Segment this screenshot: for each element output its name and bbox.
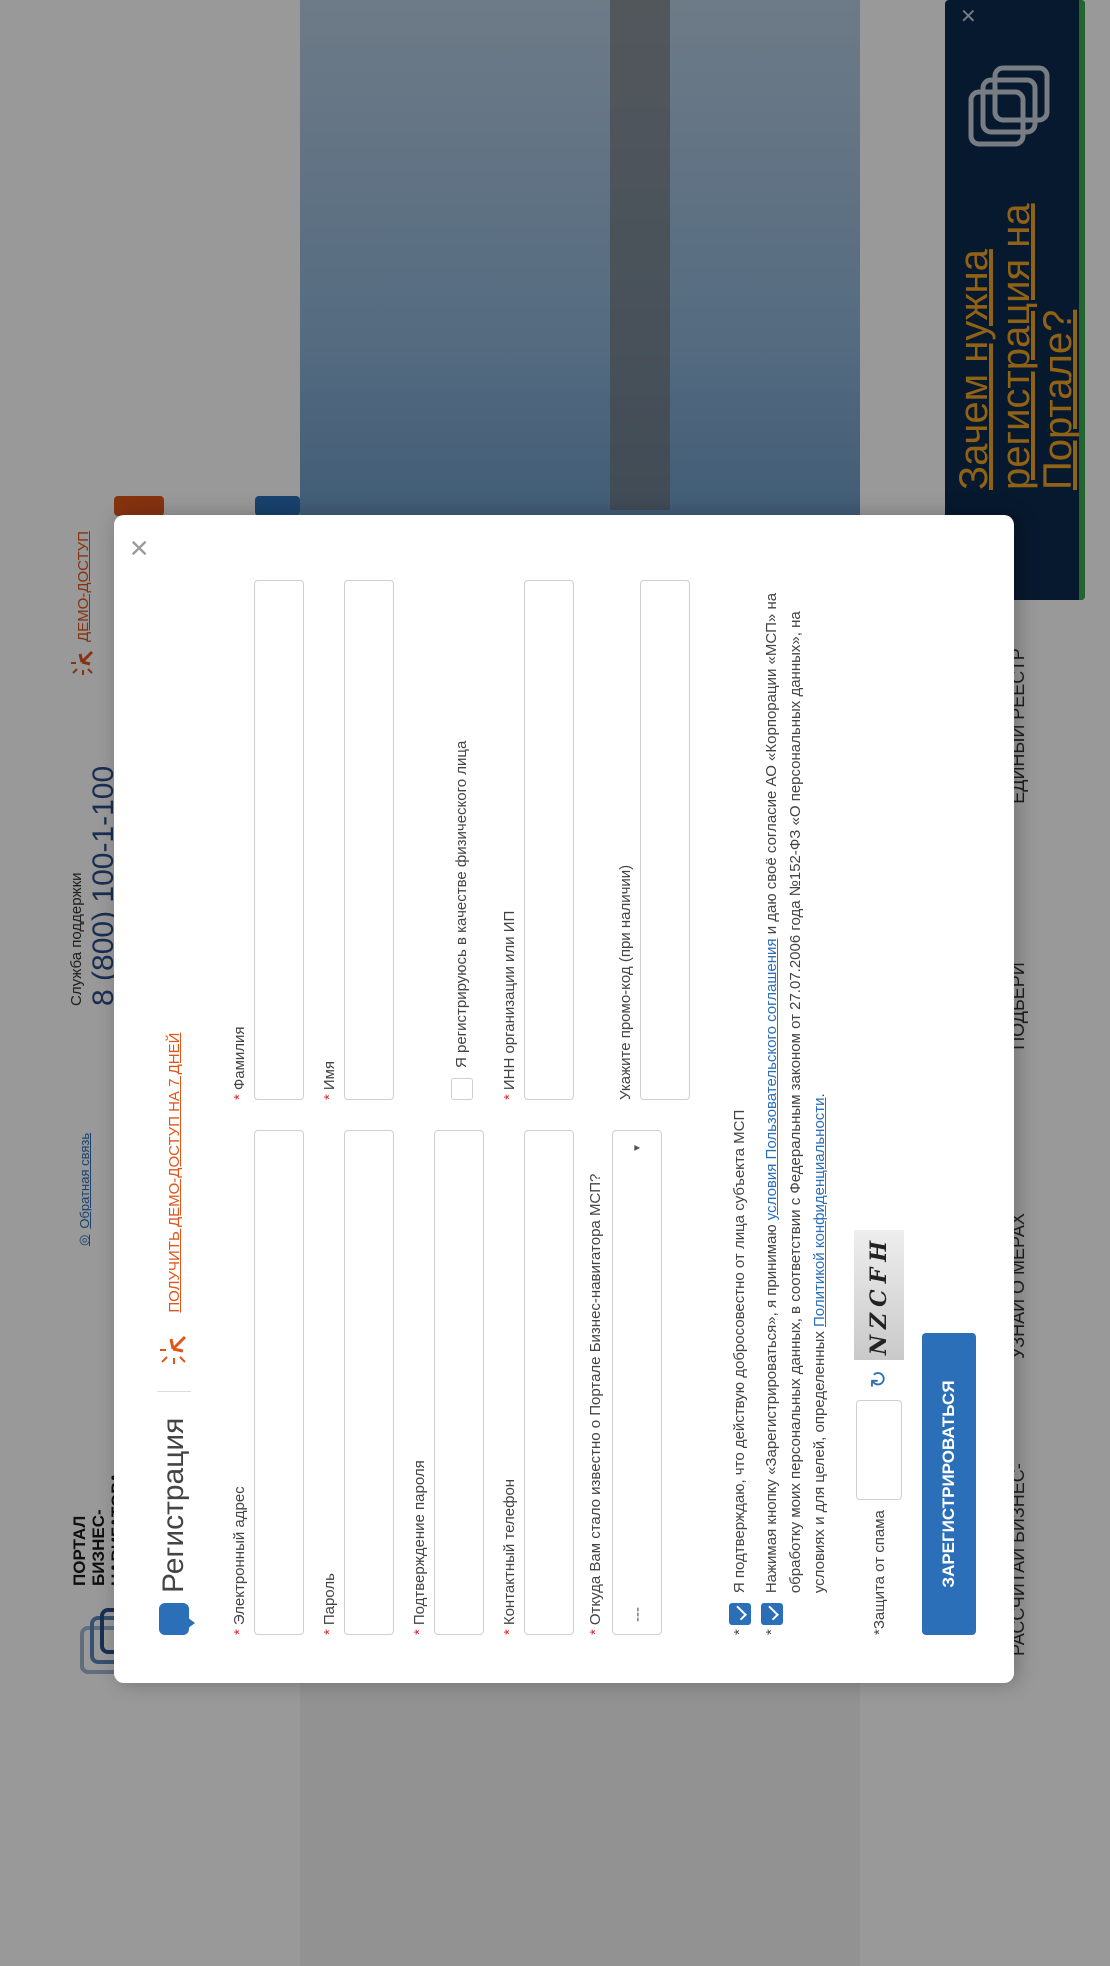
privacy-policy-link[interactable]: Политикой конфиденциальности (811, 1097, 828, 1327)
promo-code-group: Укажите промо-код (при наличии) (612, 580, 690, 1100)
rotated-page: ПОРТАЛ БИЗНЕС-НАВИГАТОРА ◎ Обратная связ… (0, 0, 1110, 1966)
modal-header: Регистрация ПОЛУЧИТЬ ДЕМО-ДОСТУП НА 7 ДН… (144, 1033, 204, 1635)
phone-label: Контактный телефон (501, 1478, 518, 1626)
last-name-group: * Фамилия (226, 580, 304, 1100)
refresh-icon[interactable]: ↻ (866, 1364, 892, 1394)
inn-input[interactable] (524, 580, 574, 1100)
source-selected-value: --- (628, 1607, 646, 1622)
required-mark: * (587, 1629, 604, 1635)
terms-checkbox[interactable] (761, 1603, 783, 1626)
email-group: * Электронный адрес (226, 1130, 304, 1635)
individual-label: Я регистрируюсь в качестве физического л… (453, 740, 470, 1068)
phone-group: * Контактный телефон (496, 1130, 574, 1635)
required-mark: * (501, 1094, 518, 1100)
consent-good-faith-row[interactable]: * Я подтверждаю, что действую добросовес… (728, 575, 752, 1635)
first-name-input[interactable] (344, 580, 394, 1100)
phone-input[interactable] (524, 1130, 574, 1635)
individual-checkbox[interactable] (451, 1078, 473, 1100)
source-label: Откуда Вам стало известно о Портале Бизн… (587, 1173, 604, 1626)
spam-protection-row: *Защита от спама ↻ NZCFH (854, 1230, 904, 1635)
modal-title: Регистрация (157, 1390, 191, 1593)
promo-code-label: Укажите промо-код (при наличии) (617, 864, 634, 1100)
captcha-input[interactable] (856, 1400, 902, 1500)
terms-text: Нажимая кнопку «Зарегистрироваться», я п… (763, 592, 828, 1594)
demo-7-days-link[interactable]: ПОЛУЧИТЬ ДЕМО-ДОСТУП НА 7 ДНЕЙ (166, 1033, 183, 1313)
individual-checkbox-row[interactable]: Я регистрируюсь в качестве физического л… (450, 580, 474, 1100)
required-mark: * (411, 1629, 428, 1635)
required-mark: * (321, 1629, 338, 1635)
source-group: * Откуда Вам стало известно о Портале Биз… (586, 1130, 662, 1635)
required-mark: * (731, 1629, 748, 1635)
captcha-image: NZCFH (854, 1230, 904, 1360)
modal-close-button[interactable]: × (121, 533, 157, 563)
register-button[interactable]: ЗАРЕГИСТРИРОВАТЬСЯ (922, 1333, 976, 1635)
source-select[interactable]: --- ▼ (612, 1130, 662, 1635)
password-confirm-input[interactable] (434, 1130, 484, 1635)
password-input[interactable] (344, 1130, 394, 1635)
user-agreement-link[interactable]: условия Пользовательского соглашения (763, 938, 780, 1220)
required-mark: * (763, 1629, 780, 1635)
caret-down-icon: ▼ (631, 1143, 643, 1153)
email-label: Электронный адрес (231, 1486, 248, 1626)
promo-code-input[interactable] (640, 580, 690, 1100)
good-faith-label: Я подтверждаю, что действую добросовестн… (731, 1109, 748, 1594)
sparkle-cursor-icon (160, 1335, 187, 1364)
required-mark: * (231, 1094, 248, 1100)
chat-bubble-icon (159, 1603, 189, 1635)
email-input[interactable] (254, 1130, 304, 1635)
good-faith-checkbox[interactable] (729, 1603, 751, 1626)
required-mark: * (870, 1629, 888, 1635)
last-name-input[interactable] (254, 580, 304, 1100)
inn-group: * ИНН организации или ИП (496, 580, 574, 1100)
consent-terms-row[interactable]: * Нажимая кнопку «Зарегистрироваться», я… (760, 575, 832, 1635)
last-name-label: Фамилия (231, 1026, 248, 1091)
password-label: Пароль (321, 1573, 338, 1626)
password-confirm-label: Подтверждение пароля (411, 1460, 428, 1626)
password-group: * Пароль (316, 1130, 394, 1635)
required-mark: * (321, 1094, 338, 1100)
required-mark: * (501, 1629, 518, 1635)
required-mark: * (231, 1629, 248, 1635)
password-confirm-group: * Подтверждение пароля (406, 1130, 484, 1635)
first-name-group: * Имя (316, 580, 394, 1100)
registration-modal: × Регистрация ПОЛУЧИТЬ ДЕМО-ДОСТУП НА 7 … (114, 515, 1014, 1683)
inn-label: ИНН организации или ИП (501, 910, 518, 1091)
spam-label: Защита от спама (870, 1510, 888, 1630)
first-name-label: Имя (321, 1060, 338, 1091)
